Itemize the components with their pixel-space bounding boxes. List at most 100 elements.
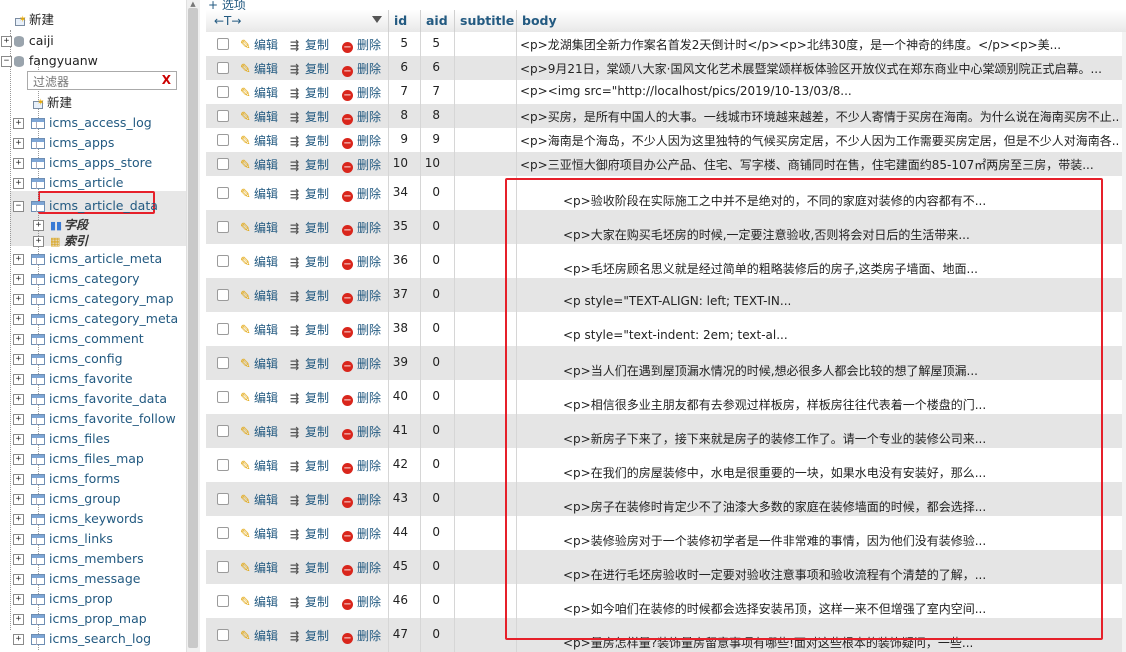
delete-button[interactable]: − 删除 [342, 355, 381, 372]
copy-button[interactable]: ⇶ 复制 [290, 156, 329, 173]
expand-icms_category_map-icon[interactable]: + [13, 294, 24, 305]
expand-icms_category-icon[interactable]: + [13, 274, 24, 285]
cell-aid[interactable]: 0 [420, 321, 440, 335]
new-table-link[interactable]: 新建 [47, 95, 72, 110]
row-select-checkbox[interactable] [217, 38, 229, 50]
edit-button[interactable]: ✎ 编辑 [240, 84, 278, 101]
cell-aid[interactable]: 8 [420, 108, 440, 122]
cell-aid[interactable]: 5 [420, 36, 440, 50]
edit-button[interactable]: ✎ 编辑 [240, 60, 278, 77]
row-select-checkbox[interactable] [217, 527, 229, 539]
database-caiji[interactable]: caiji [29, 33, 54, 48]
delete-button[interactable]: − 删除 [342, 491, 381, 508]
edit-button[interactable]: ✎ 编辑 [240, 559, 278, 576]
delete-button[interactable]: − 删除 [342, 593, 381, 610]
edit-button[interactable]: ✎ 编辑 [240, 108, 278, 125]
cell-aid[interactable]: 0 [420, 593, 440, 607]
table-icms_search_log[interactable]: icms_search_log [49, 631, 151, 646]
table-icms_comment[interactable]: icms_comment [49, 331, 144, 346]
edit-button[interactable]: ✎ 编辑 [240, 457, 278, 474]
cell-aid[interactable]: 0 [420, 559, 440, 573]
table-icms_files[interactable]: icms_files [49, 431, 110, 446]
cell-body[interactable]: <p>9月21日，棠颂八大家·国风文化艺术展暨棠颂样板体验区开放仪式在郑东商业中… [520, 60, 1120, 77]
expand-icms_access_log-icon[interactable]: + [13, 118, 24, 129]
nav-scrollbar-thumb[interactable] [188, 8, 198, 648]
subnode-columns[interactable]: 字段 [64, 218, 88, 232]
cell-aid[interactable]: 0 [420, 491, 440, 505]
copy-button[interactable]: ⇶ 复制 [290, 321, 329, 338]
edit-button[interactable]: ✎ 编辑 [240, 253, 278, 270]
copy-button[interactable]: ⇶ 复制 [290, 132, 329, 149]
expand-icms_files_map-icon[interactable]: + [13, 454, 24, 465]
expand-icms_apps-icon[interactable]: + [13, 138, 24, 149]
row-select-checkbox[interactable] [217, 391, 229, 403]
delete-button[interactable]: − 删除 [342, 559, 381, 576]
copy-button[interactable]: ⇶ 复制 [290, 108, 329, 125]
cell-id[interactable]: 41 [388, 423, 408, 437]
cell-id[interactable]: 8 [388, 108, 408, 122]
cell-body[interactable]: <p>三亚恒大御府项目办公产品、住宅、写字楼、商铺同时在售，住宅建面约85-10… [520, 156, 1120, 173]
table-icms_apps_store[interactable]: icms_apps_store [49, 155, 152, 170]
copy-button[interactable]: ⇶ 复制 [290, 389, 329, 406]
column-arrows-icon[interactable]: ←T→ [214, 11, 241, 31]
copy-button[interactable]: ⇶ 复制 [290, 287, 329, 304]
row-select-checkbox[interactable] [217, 357, 229, 369]
expand-icms_message-icon[interactable]: + [13, 574, 24, 585]
table-icms_article[interactable]: icms_article [49, 175, 124, 190]
copy-button[interactable]: ⇶ 复制 [290, 593, 329, 610]
row-select-checkbox[interactable] [217, 255, 229, 267]
expand-icms_config-icon[interactable]: + [13, 354, 24, 365]
edit-button[interactable]: ✎ 编辑 [240, 156, 278, 173]
copy-button[interactable]: ⇶ 复制 [290, 525, 329, 542]
delete-button[interactable]: − 删除 [342, 219, 381, 236]
cell-aid[interactable]: 0 [420, 355, 440, 369]
delete-button[interactable]: − 删除 [342, 36, 381, 53]
cell-body[interactable]: <p><img src="http://localhost/pics/2019/… [520, 84, 1120, 98]
cell-aid[interactable]: 0 [420, 253, 440, 267]
cell-aid[interactable]: 0 [420, 219, 440, 233]
collapse-selected-table-icon[interactable]: − [13, 201, 24, 212]
row-select-checkbox[interactable] [217, 561, 229, 573]
row-select-checkbox[interactable] [217, 110, 229, 122]
row-select-checkbox[interactable] [217, 425, 229, 437]
delete-button[interactable]: − 删除 [342, 156, 381, 173]
table-icms_category_map[interactable]: icms_category_map [49, 291, 174, 306]
edit-button[interactable]: ✎ 编辑 [240, 36, 278, 53]
cell-body[interactable]: <p>买房，是所有中国人的大事。一线城市环境越来越差，不少人寄情于买房在海南。为… [520, 108, 1120, 125]
cell-aid[interactable]: 0 [420, 423, 440, 437]
cell-id[interactable]: 36 [388, 253, 408, 267]
table-filter-input[interactable] [31, 73, 155, 90]
delete-button[interactable]: − 删除 [342, 525, 381, 542]
expand-db-fangyuanw-icon[interactable]: − [1, 56, 12, 67]
expand-child-0-icon[interactable]: + [33, 220, 44, 231]
delete-button[interactable]: − 删除 [342, 185, 381, 202]
table-icms_favorite_data[interactable]: icms_favorite_data [49, 391, 167, 406]
database-fangyuanw[interactable]: fangyuanw [29, 53, 98, 68]
edit-button[interactable]: ✎ 编辑 [240, 355, 278, 372]
cell-aid[interactable]: 7 [420, 84, 440, 98]
cell-id[interactable]: 5 [388, 36, 408, 50]
cell-id[interactable]: 34 [388, 185, 408, 199]
expand-icms_links-icon[interactable]: + [13, 534, 24, 545]
copy-button[interactable]: ⇶ 复制 [290, 559, 329, 576]
cell-id[interactable]: 40 [388, 389, 408, 403]
edit-button[interactable]: ✎ 编辑 [240, 185, 278, 202]
cell-id[interactable]: 6 [388, 60, 408, 74]
copy-button[interactable]: ⇶ 复制 [290, 423, 329, 440]
copy-button[interactable]: ⇶ 复制 [290, 355, 329, 372]
table-icms_keywords[interactable]: icms_keywords [49, 511, 143, 526]
cell-id[interactable]: 45 [388, 559, 408, 573]
edit-button[interactable]: ✎ 编辑 [240, 287, 278, 304]
expand-icms_favorite_data-icon[interactable]: + [13, 394, 24, 405]
expand-icms_prop-icon[interactable]: + [13, 594, 24, 605]
edit-button[interactable]: ✎ 编辑 [240, 423, 278, 440]
filter-clear-button[interactable]: X [162, 72, 171, 89]
new-database-link[interactable]: 新建 [29, 12, 54, 27]
row-select-checkbox[interactable] [217, 221, 229, 233]
table-icms_prop[interactable]: icms_prop [49, 591, 113, 606]
expand-icms_files-icon[interactable]: + [13, 434, 24, 445]
expand-icms_apps_store-icon[interactable]: + [13, 158, 24, 169]
cell-id[interactable]: 7 [388, 84, 408, 98]
table-icms_article_meta[interactable]: icms_article_meta [49, 251, 162, 266]
delete-button[interactable]: − 删除 [342, 389, 381, 406]
